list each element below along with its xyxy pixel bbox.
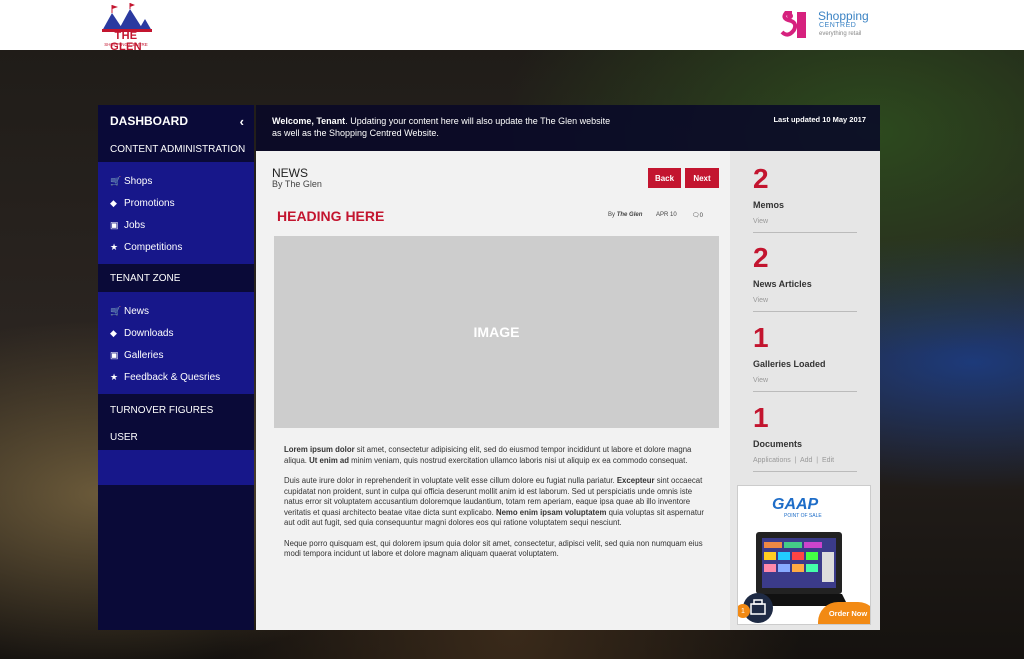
article-paragraph: Neque porro quisquam est, qui dolorem ip… bbox=[284, 538, 703, 559]
back-button[interactable]: Back bbox=[648, 168, 681, 188]
order-now-button[interactable]: Order Now bbox=[818, 602, 870, 624]
article-paragraph: Duis aute irure dolor in reprehenderit i… bbox=[284, 476, 704, 527]
sidebar-item-label: Promotions bbox=[124, 197, 175, 209]
sidebar-filler bbox=[98, 450, 254, 485]
shopping-centred-logo-icon bbox=[780, 11, 806, 38]
sidebar-item-feedback[interactable]: ★ Feedback & Quesries bbox=[98, 366, 254, 388]
article-image: IMAGE bbox=[274, 236, 719, 428]
welcome-bold: Welcome, Tenant bbox=[272, 116, 346, 126]
next-button[interactable]: Next bbox=[685, 168, 719, 188]
stat-label: Galleries Loaded bbox=[753, 359, 826, 369]
sidebar-item-label: Feedback & Quesries bbox=[124, 371, 221, 383]
sidebar-item-downloads[interactable]: ◆ Downloads bbox=[98, 322, 254, 344]
sidebar-item-jobs[interactable]: ▣ Jobs bbox=[98, 214, 254, 236]
trophy-icon: ★ bbox=[110, 371, 119, 382]
sidebar-item-label: Downloads bbox=[124, 327, 174, 339]
trophy-icon: ★ bbox=[110, 241, 119, 252]
page-subtitle: By The Glen bbox=[272, 179, 322, 189]
article-body: Lorem ipsum dolor sit amet, consectetur … bbox=[284, 445, 709, 570]
sidebar-item-galleries[interactable]: ▣ Galleries bbox=[98, 344, 254, 366]
tag-icon: ◆ bbox=[110, 197, 117, 208]
tenant-zone-menu: 🛒 News ◆ Downloads ▣ Galleries ★ Feedback & … bbox=[98, 292, 254, 394]
sidebar-item-label: Galleries bbox=[124, 349, 164, 361]
stat-label: Memos bbox=[753, 200, 785, 210]
sidebar-item-label: Competitions bbox=[124, 241, 183, 253]
chevron-left-icon[interactable]: ‹ bbox=[240, 114, 244, 129]
content-admin-menu: 🛒 Shops ◆ Promotions ▣ Jobs ★ Competitions bbox=[98, 162, 254, 264]
welcome-bar: Welcome, Tenant. Updating your content h… bbox=[256, 105, 880, 151]
sidebar-section-tenant-zone[interactable]: TENANT ZONE bbox=[98, 264, 254, 292]
stat-view-link[interactable]: View bbox=[753, 377, 857, 384]
stat-number: 1 bbox=[753, 322, 769, 353]
stat-label: News Articles bbox=[753, 279, 812, 289]
news-panel: NEWS By The Glen Back Next HEADING HERE … bbox=[256, 151, 730, 630]
sidebar-item-label: Jobs bbox=[124, 219, 146, 231]
stat-number: 2 bbox=[753, 242, 769, 273]
comment-count: 0 bbox=[699, 213, 703, 219]
article-author: By The Glen bbox=[608, 212, 642, 218]
stat-actions-links[interactable]: Applications | Add | Edit bbox=[753, 457, 857, 464]
stat-memos: 2 Memos View bbox=[753, 165, 857, 233]
sidebar-item-label: News bbox=[124, 305, 150, 317]
dashboard-title: DASHBOARD bbox=[110, 114, 188, 128]
meta-author: The Glen bbox=[616, 212, 643, 218]
dashboard-header[interactable]: DASHBOARD ‹ bbox=[98, 105, 254, 137]
sidebar: DASHBOARD ‹ CONTENT ADMINISTRATION 🛒 Shop… bbox=[98, 105, 254, 630]
tent-icon bbox=[102, 3, 152, 32]
shopping-centred-tagline: everything retail bbox=[819, 31, 862, 37]
shopping-centred-sub: CENTRED bbox=[819, 22, 857, 29]
logo-subtitle: SHOPPING CENTRE bbox=[104, 42, 148, 47]
article-heading: HEADING HERE bbox=[277, 208, 385, 224]
last-updated: Last updated 10 May 2017 bbox=[773, 115, 866, 124]
shopping-centred-title: Shopping bbox=[818, 9, 869, 23]
stat-label: Documents bbox=[753, 439, 803, 449]
sidebar-section-user[interactable]: USER bbox=[98, 425, 254, 450]
sidebar-item-competitions[interactable]: ★ Competitions bbox=[98, 236, 254, 258]
article-comments[interactable]: 🗨0 bbox=[692, 212, 703, 219]
stat-news-articles: 2 News Articles View bbox=[753, 244, 857, 312]
comment-icon: 🗨 bbox=[692, 213, 700, 219]
stat-galleries: 1 Galleries Loaded View bbox=[753, 324, 857, 392]
stat-view-link[interactable]: View bbox=[753, 297, 857, 304]
article-date: APR 10 bbox=[656, 212, 677, 218]
cart-icon: 🛒 bbox=[110, 305, 122, 316]
article-paragraph: Lorem ipsum dolor sit amet, consectetur … bbox=[284, 445, 692, 465]
cart-icon: 🛒 bbox=[110, 175, 122, 186]
sidebar-item-label: Shops bbox=[124, 175, 153, 187]
briefcase-icon: ▣ bbox=[110, 219, 119, 230]
meta-by: By bbox=[608, 212, 616, 218]
welcome-message: Welcome, Tenant. Updating your content h… bbox=[272, 115, 612, 139]
stat-documents: 1 Documents Applications | Add | Edit bbox=[753, 404, 857, 472]
sidebar-item-shops[interactable]: 🛒 Shops bbox=[98, 170, 254, 192]
gaap-subtitle: POINT OF SALE bbox=[784, 513, 822, 519]
tag-icon: ◆ bbox=[110, 327, 117, 338]
sidebar-item-news[interactable]: 🛒 News bbox=[98, 300, 254, 322]
page-title: NEWS bbox=[272, 166, 308, 180]
the-glen-logo[interactable]: THE GLEN SHOPPING CENTRE bbox=[98, 3, 154, 53]
briefcase-icon: ▣ bbox=[110, 349, 119, 360]
stat-view-link[interactable]: View bbox=[753, 218, 857, 225]
gaap-logo: GAAP bbox=[772, 496, 819, 513]
sidebar-item-promotions[interactable]: ◆ Promotions bbox=[98, 192, 254, 214]
top-header: THE GLEN SHOPPING CENTRE Shopping CENTRE… bbox=[0, 0, 1024, 53]
stat-number: 1 bbox=[753, 402, 769, 433]
gaap-advert[interactable]: GAAP POINT OF SALE 1 Order Now bbox=[737, 485, 871, 625]
sidebar-section-content-admin[interactable]: CONTENT ADMINISTRATION bbox=[98, 137, 254, 162]
stat-number: 2 bbox=[753, 163, 769, 194]
sidebar-section-turnover[interactable]: TURNOVER FIGURES bbox=[98, 396, 254, 425]
